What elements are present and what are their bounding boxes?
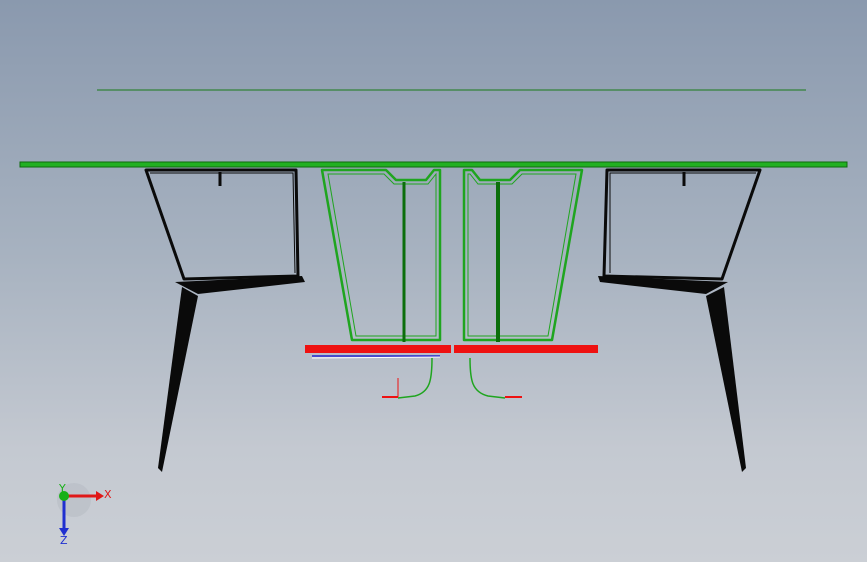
model-viewport[interactable]: X Y Z: [0, 0, 867, 562]
center-right-frame[interactable]: [462, 168, 584, 342]
x-arrow-icon: [96, 491, 104, 501]
tabletop-edge[interactable]: [19, 161, 848, 168]
left-leg-assembly[interactable]: [144, 168, 305, 472]
left-leg-frame: [144, 168, 300, 281]
right-leg-foot: [706, 287, 746, 472]
orientation-triad: X Y Z: [44, 482, 124, 552]
left-leg-foot: [158, 287, 198, 472]
triad-y-label: Y: [58, 482, 66, 495]
center-right-hanger: [469, 357, 506, 399]
right-leg-assembly[interactable]: [598, 168, 762, 472]
center-left-hanger: [397, 357, 433, 399]
right-leg-frame: [602, 168, 762, 281]
center-left-frame[interactable]: [320, 168, 442, 342]
center-right-base-bar[interactable]: [454, 345, 598, 353]
triad-z-label: Z: [60, 534, 68, 547]
center-left-base-bar[interactable]: [305, 345, 451, 353]
triad-x-label: X: [104, 488, 112, 501]
table-model-drawing[interactable]: [0, 0, 867, 562]
